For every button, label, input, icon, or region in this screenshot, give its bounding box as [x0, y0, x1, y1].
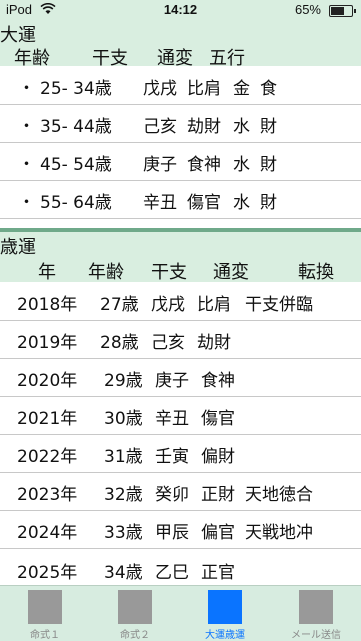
- row-tsuhen: 食神: [201, 371, 235, 391]
- saiun-row[interactable]: 2025年 34歳 乙巳 正官: [0, 548, 361, 586]
- battery-percent: 65%: [294, 2, 321, 17]
- saiun-col-age: 年齢: [88, 262, 124, 283]
- saiun-col-tsuhen: 通変: [213, 262, 249, 283]
- row-age: 30歳: [104, 409, 143, 429]
- row-kanshi: 己亥: [143, 117, 177, 137]
- row-age: 33歳: [104, 523, 143, 543]
- saiun-row[interactable]: 2024年 33歳 甲辰 偏官 天戦地冲: [0, 510, 361, 549]
- row-kanshi: 癸卯: [155, 485, 189, 505]
- row-kanshi: 己亥: [151, 333, 185, 353]
- row-kanshi: 辛丑: [155, 409, 189, 429]
- row-extra: 食: [260, 79, 277, 99]
- row-extra: 財: [260, 155, 277, 175]
- row-kanshi: 壬寅: [155, 447, 189, 467]
- row-bullet: ・: [18, 155, 35, 175]
- row-age: 35- 44歳: [40, 117, 112, 137]
- row-age: 28歳: [100, 333, 139, 353]
- tab-bar: 命式１ 命式２ 大運歳運 メール送信: [0, 585, 361, 641]
- tab-meishiki-2[interactable]: 命式２: [90, 586, 180, 641]
- row-gogyo: 水: [233, 193, 250, 213]
- tab-meishiki-1-label: 命式１: [30, 630, 60, 641]
- row-kanshi: 戊戌: [151, 295, 185, 315]
- row-age: 31歳: [104, 447, 143, 467]
- saiun-row[interactable]: 2020年 29歳 庚子 食神: [0, 358, 361, 397]
- status-bar: iPod 14:12 65%: [0, 0, 361, 20]
- row-year: 2020年: [17, 371, 78, 391]
- tab-meishiki-2-label: 命式２: [120, 630, 150, 641]
- saiun-title: 歳運: [0, 237, 36, 258]
- battery-icon: [329, 5, 356, 17]
- tab-meishiki-1[interactable]: 命式１: [0, 586, 90, 641]
- saiun-row[interactable]: 2018年 27歳 戊戌 比肩 干支併臨: [0, 282, 361, 321]
- row-age: 34歳: [104, 563, 143, 583]
- row-year: 2022年: [17, 447, 78, 467]
- row-extra: 財: [260, 193, 277, 213]
- saiun-row[interactable]: 2023年 32歳 癸卯 正財 天地徳合: [0, 472, 361, 511]
- row-kanshi: 乙巳: [155, 563, 189, 583]
- row-tsuhen: 食神: [187, 155, 221, 175]
- row-tsuhen: 劫財: [187, 117, 221, 137]
- row-bullet: ・: [18, 193, 35, 213]
- row-tsuhen: 劫財: [197, 333, 231, 353]
- row-year: 2021年: [17, 409, 78, 429]
- row-tsuhen: 正財: [201, 485, 235, 505]
- tab-daiun-saiun[interactable]: 大運歳運: [180, 586, 270, 641]
- row-kanshi: 甲辰: [155, 523, 189, 543]
- row-age: 45- 54歳: [40, 155, 112, 175]
- row-age: 55- 64歳: [40, 193, 112, 213]
- row-year: 2023年: [17, 485, 78, 505]
- row-tenkan: 天地徳合: [245, 485, 313, 505]
- row-age: 29歳: [104, 371, 143, 391]
- tab-daiun-saiun-label: 大運歳運: [205, 630, 245, 641]
- saiun-col-tenkan: 転換: [298, 262, 334, 283]
- saiun-row[interactable]: 2021年 30歳 辛丑 傷官: [0, 396, 361, 435]
- row-bullet: ・: [18, 79, 35, 99]
- row-year: 2024年: [17, 523, 78, 543]
- tab-daiun-saiun-icon: [208, 590, 242, 624]
- row-age: 25- 34歳: [40, 79, 112, 99]
- row-kanshi: 戊戌: [143, 79, 177, 99]
- row-tsuhen: 比肩: [197, 295, 231, 315]
- row-tsuhen: 傷官: [187, 193, 221, 213]
- row-year: 2018年: [17, 295, 78, 315]
- saiun-row[interactable]: 2022年 31歳 壬寅 偏財: [0, 434, 361, 473]
- row-gogyo: 水: [233, 117, 250, 137]
- row-tsuhen: 比肩: [187, 79, 221, 99]
- row-tsuhen: 偏財: [201, 447, 235, 467]
- row-gogyo: 水: [233, 155, 250, 175]
- row-gogyo: 金: [233, 79, 250, 99]
- tab-meishiki-2-icon: [118, 590, 152, 624]
- tab-meishiki-1-icon: [28, 590, 62, 624]
- row-age: 27歳: [100, 295, 139, 315]
- tab-mail-send[interactable]: メール送信: [271, 586, 361, 641]
- row-kanshi: 庚子: [143, 155, 177, 175]
- row-age: 32歳: [104, 485, 143, 505]
- row-tenkan: 天戦地冲: [245, 523, 313, 543]
- row-year: 2019年: [17, 333, 78, 353]
- row-tsuhen: 正官: [201, 563, 235, 583]
- tab-mail-send-icon: [299, 590, 333, 624]
- row-kanshi: 辛丑: [143, 193, 177, 213]
- row-year: 2025年: [17, 563, 78, 583]
- row-bullet: ・: [18, 117, 35, 137]
- row-kanshi: 庚子: [155, 371, 189, 391]
- row-tsuhen: 偏官: [201, 523, 235, 543]
- saiun-header: 歳運 年 年齢 干支 通変 転換: [0, 232, 361, 283]
- daiun-row[interactable]: ・ 35- 44歳 己亥 劫財 水 財: [0, 104, 361, 143]
- row-tenkan: 干支併臨: [245, 295, 313, 315]
- saiun-col-year: 年: [38, 262, 56, 283]
- daiun-row[interactable]: ・ 55- 64歳 辛丑 傷官 水 財: [0, 180, 361, 219]
- daiun-row[interactable]: ・ 45- 54歳 庚子 食神 水 財: [0, 142, 361, 181]
- row-extra: 財: [260, 117, 277, 137]
- row-tsuhen: 傷官: [201, 409, 235, 429]
- daiun-header: 大運 年齢 干支 通変 五行: [0, 20, 361, 69]
- daiun-row[interactable]: ・ 25- 34歳 戊戌 比肩 金 食: [0, 66, 361, 105]
- saiun-col-kanshi: 干支: [151, 262, 187, 283]
- saiun-row[interactable]: 2019年 28歳 己亥 劫財: [0, 320, 361, 359]
- tab-mail-send-label: メール送信: [291, 630, 341, 641]
